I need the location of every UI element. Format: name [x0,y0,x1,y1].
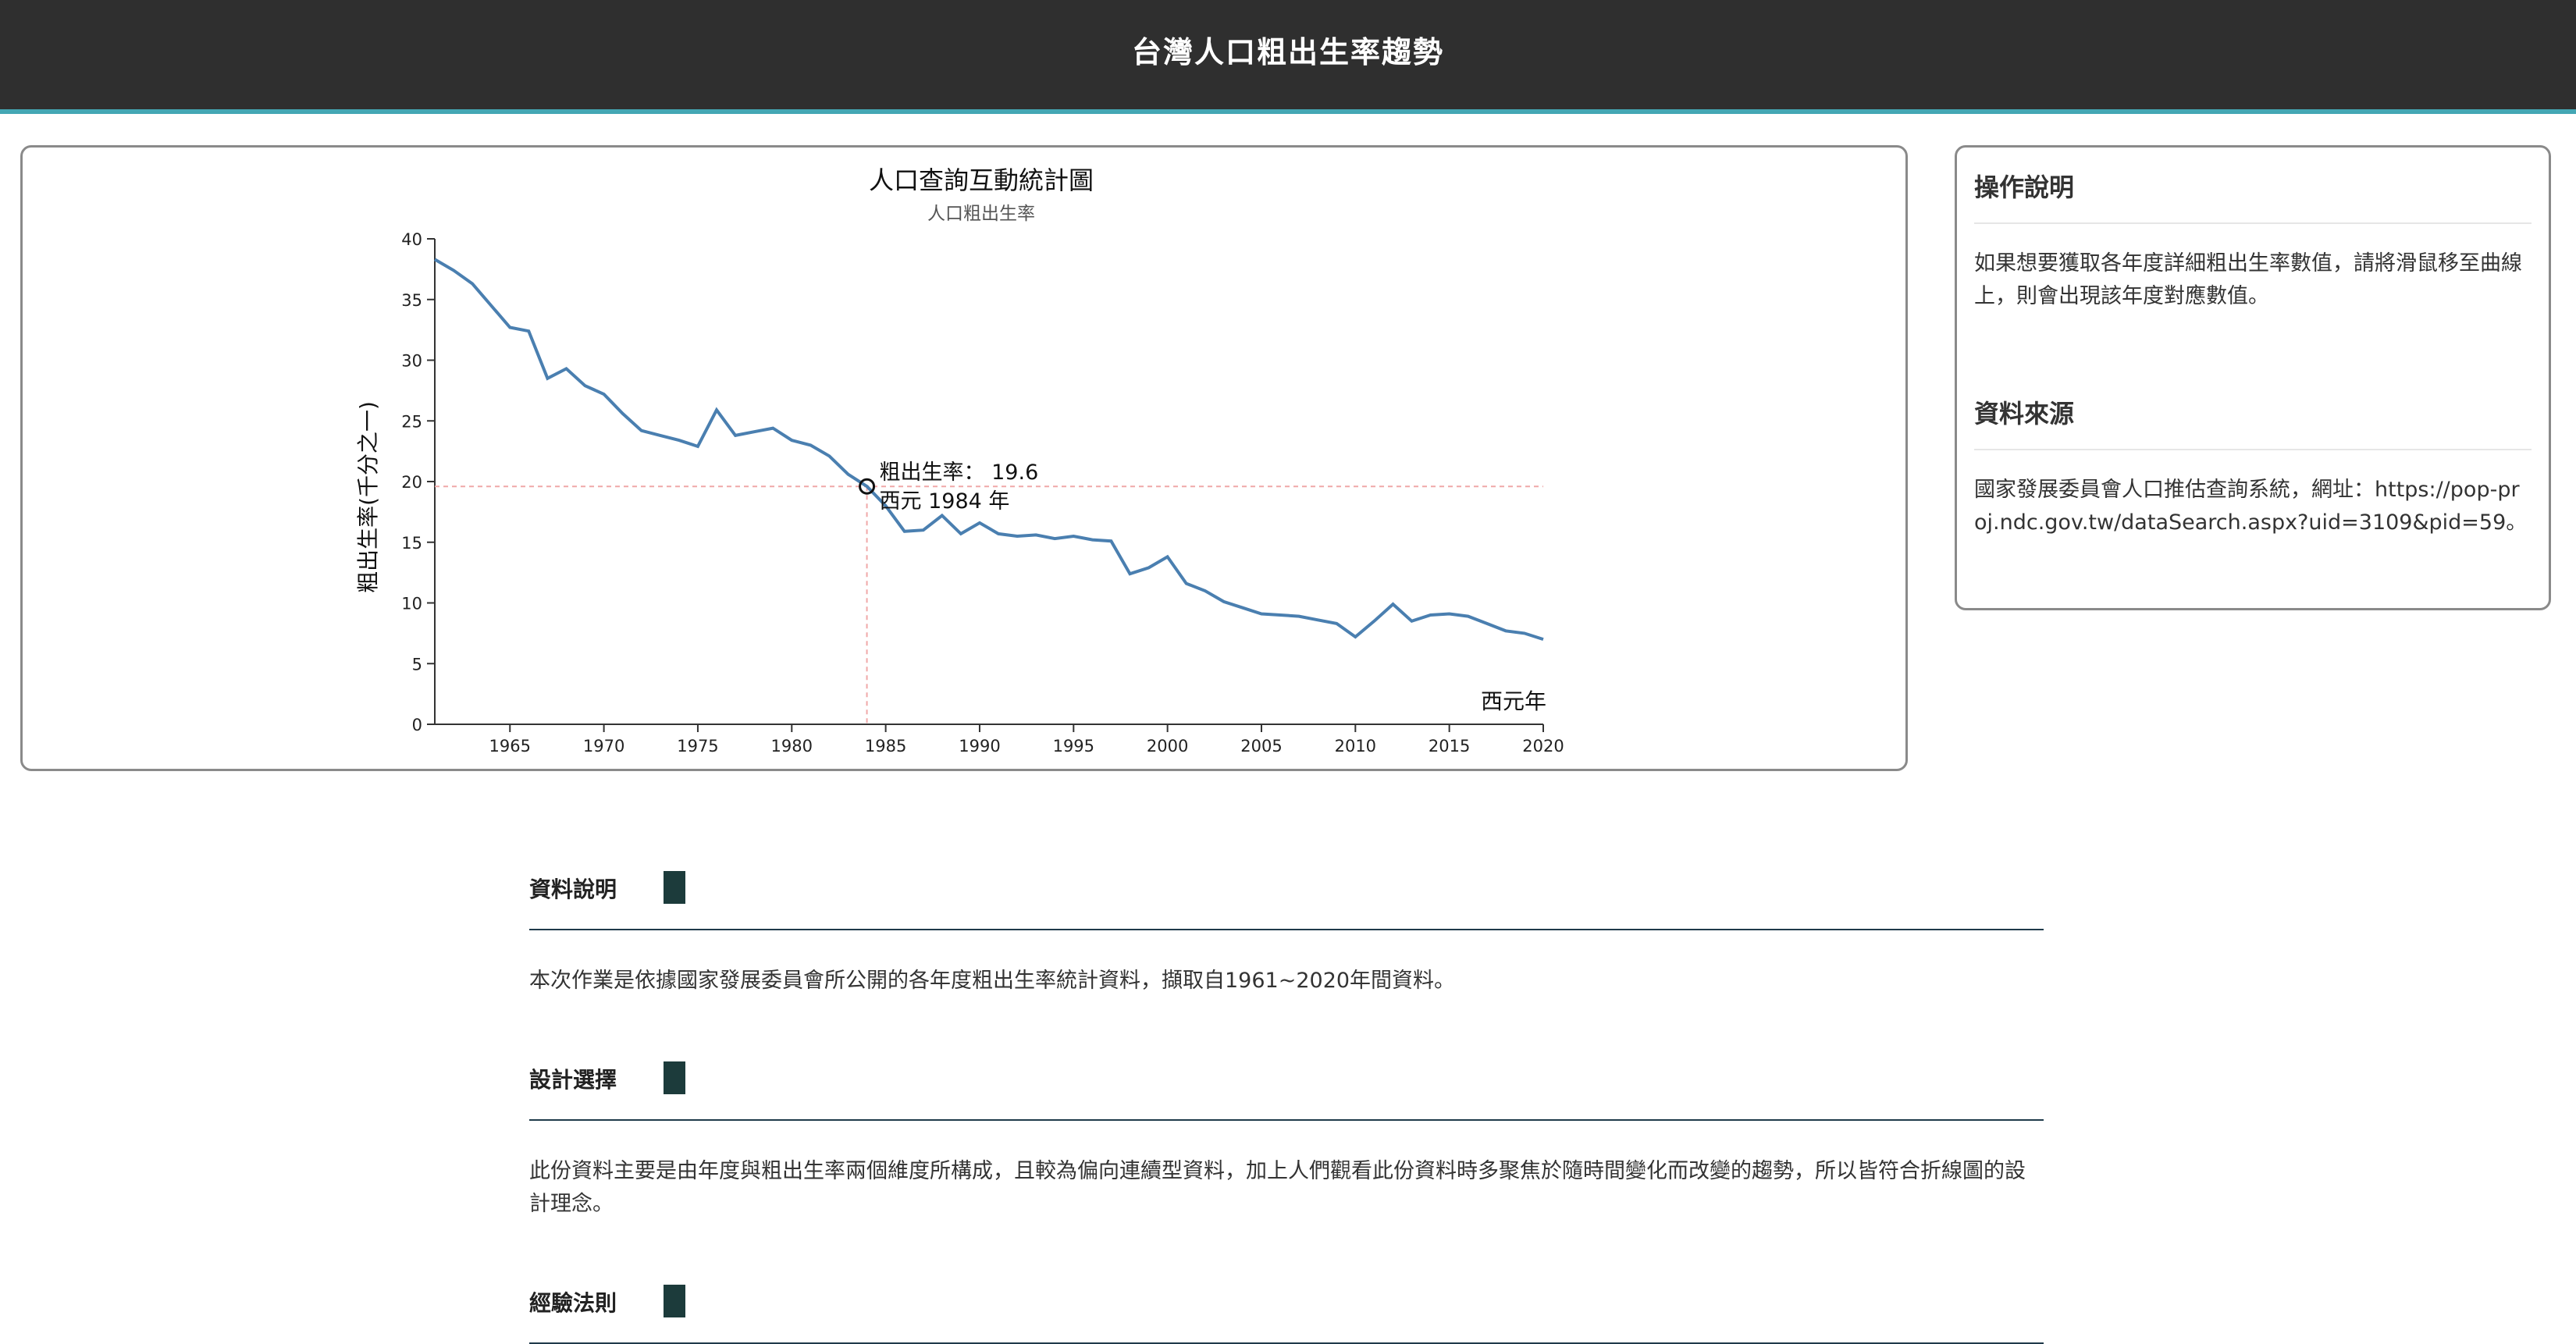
section-marker-block [664,1285,685,1317]
birth-rate-line-chart[interactable]: 人口查詢互動統計圖 人口粗出生率 0 5 10 15 20 25 30 35 40 1965 197… [23,148,1905,769]
chart-card: 人口查詢互動統計圖 人口粗出生率 0 5 10 15 20 25 30 35 40 1965 197… [20,145,1908,771]
x-tick-label: 2005 [1240,737,1282,756]
y-tick-label: 10 [401,595,422,613]
x-tick-label: 1985 [865,737,906,756]
y-axis-label: 粗出生率(千分之一) [355,401,381,593]
instructions-heading: 操作說明 [1974,163,2532,224]
section-title: 資料說明 [529,876,617,902]
y-tick-label: 35 [401,291,422,310]
description-sections: 資料說明 本次作業是依據國家發展委員會所公開的各年度粗出生率統計資料，擷取自19… [529,851,2044,1344]
birth-rate-series-line[interactable] [433,258,1544,642]
x-tick-label: 2000 [1147,737,1188,756]
section-title: 設計選擇 [529,1067,617,1093]
top-header-bar: 台灣人口粗出生率趨勢 [0,0,2576,114]
x-tick-label: 1975 [677,737,718,756]
y-tick-label: 15 [401,534,422,553]
x-tick-label: 2015 [1429,737,1470,756]
x-tick-label: 1995 [1053,737,1094,756]
section-text: 本次作業是依據國家發展委員會所公開的各年度粗出生率統計資料，擷取自1961~20… [529,969,1456,993]
section-marker-block [664,871,685,904]
y-tick-label: 0 [412,716,422,734]
page-title: 台灣人口粗出生率趨勢 [1131,35,1444,69]
section-text: 此份資料主要是由年度與粗出生率兩個維度所構成，且較為偏向連續型資料，加上人們觀看… [529,1159,2026,1216]
chart-title: 人口查詢互動統計圖 [869,165,1094,195]
tooltip-rate-label: 粗出生率： 19.6 [880,460,1039,485]
section-title: 經驗法則 [529,1290,617,1316]
x-tick-label: 2020 [1522,737,1564,756]
y-tick-label: 25 [401,412,422,431]
x-tick-label: 2010 [1335,737,1376,756]
tooltip-year-label: 西元 1984 年 [880,489,1010,514]
y-tick-label: 40 [401,230,422,249]
y-tick-label: 5 [412,655,422,674]
y-tick-label: 20 [401,473,422,492]
section-header-rules-of-thumb: 經驗法則 [529,1264,2044,1344]
section-marker-block [664,1061,685,1094]
x-tick-label: 1965 [489,737,531,756]
info-panel: 操作說明 如果想要獲取各年度詳細粗出生率數值，請將滑鼠移至曲線上，則會出現該年度… [1955,145,2551,610]
chart-subtitle: 人口粗出生率 [927,204,1035,224]
section-header-design-choice: 設計選擇 [529,1041,2044,1121]
source-heading: 資料來源 [1974,389,2532,450]
x-tick-label: 1980 [771,737,813,756]
x-tick-label: 1990 [959,737,1000,756]
section-header-data-description: 資料說明 [529,851,2044,930]
instructions-text: 如果想要獲取各年度詳細粗出生率數值，請將滑鼠移至曲線上，則會出現該年度對應數值。 [1974,251,2522,308]
y-tick-label: 30 [401,352,422,371]
x-axis-label: 西元年 [1481,688,1546,714]
tooltip-crosshair [435,485,1543,724]
source-text: 國家發展委員會人口推估查詢系統，網址：https://pop-proj.ndc.… [1974,478,2528,535]
x-tick-label: 1970 [583,737,624,756]
